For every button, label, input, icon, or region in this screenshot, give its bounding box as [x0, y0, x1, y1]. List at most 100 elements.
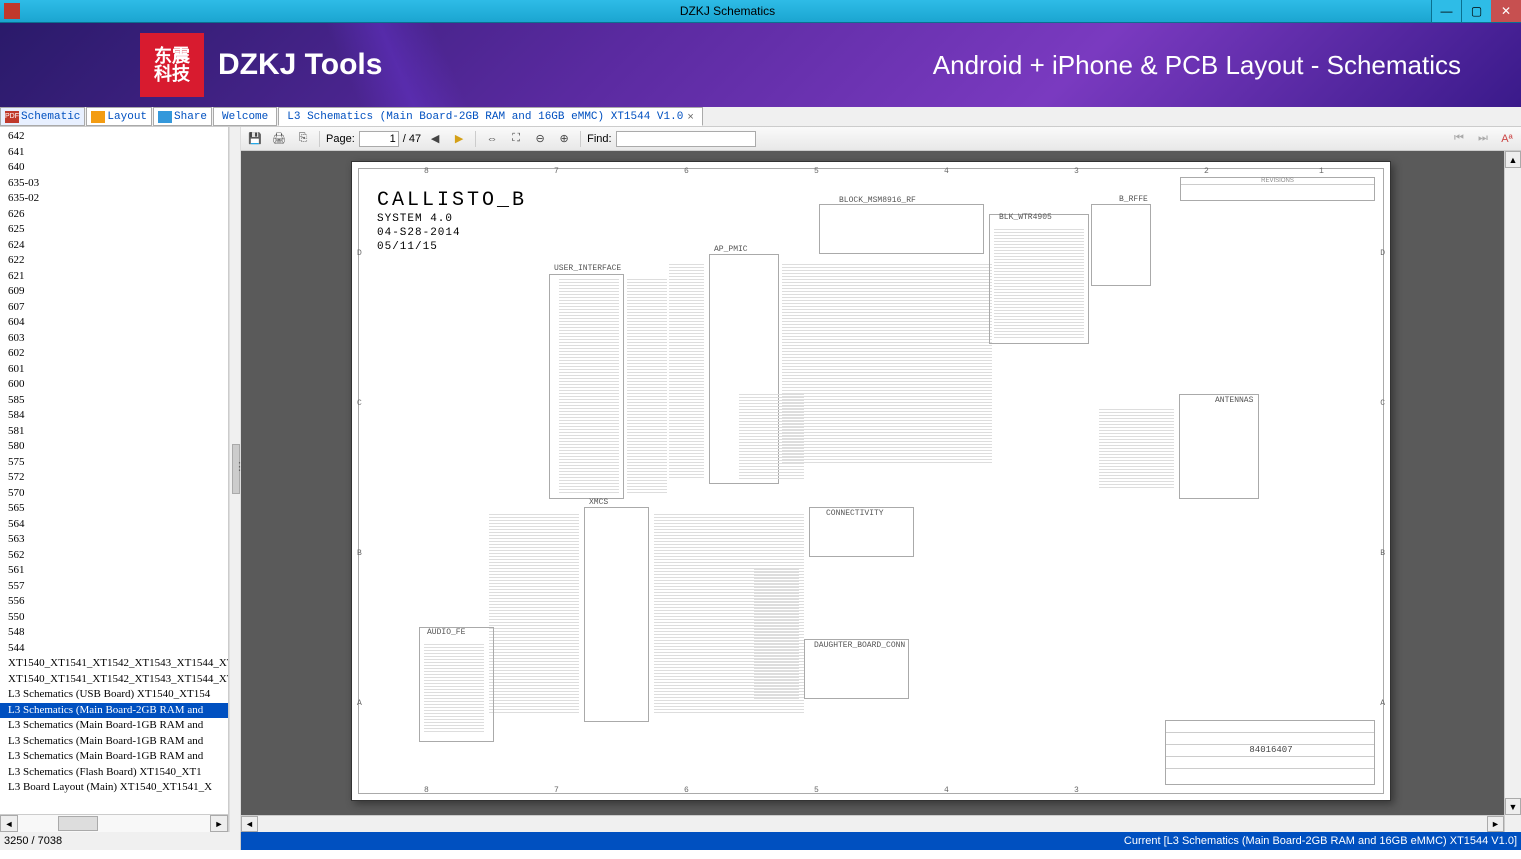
tree-item[interactable]: 572 — [0, 470, 228, 486]
tree-item[interactable]: 642 — [0, 129, 228, 145]
tree-item[interactable]: 600 — [0, 377, 228, 393]
scroll-left-button[interactable]: ◄ — [241, 816, 258, 832]
match-case-button[interactable]: Aª — [1497, 130, 1517, 148]
tree[interactable]: 642641640635-03635-026266256246226216096… — [0, 127, 228, 814]
print-button[interactable]: 🖨 — [269, 130, 289, 148]
tree-item[interactable]: 581 — [0, 424, 228, 440]
find-label: Find: — [587, 133, 611, 145]
tree-item[interactable]: 603 — [0, 331, 228, 347]
close-button[interactable]: ✕ — [1491, 0, 1521, 22]
zoom-out-button[interactable]: ⊖ — [530, 130, 550, 148]
grid-row: C — [1380, 399, 1385, 408]
tree-item[interactable]: 622 — [0, 253, 228, 269]
tree-item[interactable]: L3 Schematics (Main Board-2GB RAM and — [0, 703, 228, 719]
block-label: AP_PMIC — [714, 245, 748, 254]
logo: 东震 科技 — [140, 33, 204, 97]
tree-item[interactable]: L3 Schematics (Flash Board) XT1540_XT1 — [0, 765, 228, 781]
revisions-label: REVISIONS — [1181, 178, 1374, 185]
tree-item[interactable]: 585 — [0, 393, 228, 409]
doc-tab-schematic[interactable]: L3 Schematics (Main Board-2GB RAM and 16… — [278, 107, 703, 126]
find-prev-button[interactable]: ⏮ — [1449, 130, 1469, 148]
tree-item[interactable]: 626 — [0, 207, 228, 223]
scroll-down-button[interactable]: ▼ — [1505, 798, 1521, 815]
tree-item[interactable]: 625 — [0, 222, 228, 238]
tab-share[interactable]: Share — [153, 107, 212, 126]
tree-item[interactable]: 641 — [0, 145, 228, 161]
tree-item[interactable]: L3 Board Layout (Main) XT1540_XT1541_X — [0, 780, 228, 796]
prev-page-button[interactable]: ◀ — [425, 130, 445, 148]
scroll-right-button[interactable]: ► — [210, 815, 228, 832]
tree-item[interactable]: 604 — [0, 315, 228, 331]
tree-item[interactable]: 570 — [0, 486, 228, 502]
page-total: / 47 — [403, 133, 421, 145]
tree-item[interactable]: 544 — [0, 641, 228, 657]
tree-item[interactable]: 624 — [0, 238, 228, 254]
tree-item[interactable]: 607 — [0, 300, 228, 316]
tree-item[interactable]: 563 — [0, 532, 228, 548]
h-scrollbar[interactable]: ◄ ► — [241, 815, 1504, 832]
tree-item[interactable]: 640 — [0, 160, 228, 176]
grid-col: 7 — [554, 786, 559, 795]
tree-item[interactable]: 565 — [0, 501, 228, 517]
tree-item[interactable]: L3 Schematics (Main Board-1GB RAM and — [0, 749, 228, 765]
tree-item[interactable]: 556 — [0, 594, 228, 610]
zoom-in-button[interactable]: ⊕ — [554, 130, 574, 148]
splitter[interactable]: ▶ — [229, 127, 241, 832]
tree-item[interactable]: 564 — [0, 517, 228, 533]
find-next-button[interactable]: ⏭ — [1473, 130, 1493, 148]
block-rffe — [1091, 204, 1151, 286]
tabbar: PDF Schematic Layout Share Welcome L3 Sc… — [0, 107, 1521, 127]
tree-item[interactable]: 561 — [0, 563, 228, 579]
tree-item[interactable]: L3 Schematics (USB Board) XT1540_XT154 — [0, 687, 228, 703]
banner: 东震 科技 DZKJ Tools Android + iPhone & PCB … — [0, 23, 1521, 107]
tree-item[interactable]: L3 Schematics (Main Board-1GB RAM and — [0, 734, 228, 750]
fit-page-button[interactable]: ⛶ — [506, 130, 526, 148]
minimize-button[interactable]: — — [1431, 0, 1461, 22]
find-input[interactable] — [616, 131, 756, 147]
grid-col: 8 — [424, 167, 429, 176]
tree-item[interactable]: 601 — [0, 362, 228, 378]
grid-col: 4 — [944, 167, 949, 176]
scroll-thumb[interactable] — [58, 816, 98, 831]
maximize-button[interactable]: ▢ — [1461, 0, 1491, 22]
fit-width-button[interactable]: ⇔ — [482, 130, 502, 148]
tree-item[interactable]: XT1540_XT1541_XT1542_XT1543_XT1544_XT1 — [0, 672, 228, 688]
v-scrollbar[interactable]: ▲ ▼ — [1504, 151, 1521, 832]
tab-schematic[interactable]: PDF Schematic — [0, 107, 85, 126]
share-icon — [158, 111, 172, 123]
tree-item[interactable]: XT1540_XT1541_XT1542_XT1543_XT1544_XT1 — [0, 656, 228, 672]
scroll-track[interactable] — [18, 815, 210, 832]
status-current: Current [L3 Schematics (Main Board-2GB R… — [241, 835, 1521, 847]
scroll-right-button[interactable]: ► — [1487, 816, 1504, 832]
tree-item[interactable]: 621 — [0, 269, 228, 285]
tree-item[interactable]: 575 — [0, 455, 228, 471]
next-page-button[interactable]: ▶ — [449, 130, 469, 148]
tree-item[interactable]: 635-03 — [0, 176, 228, 192]
doc-tab-welcome[interactable]: Welcome — [213, 107, 277, 126]
tree-item[interactable]: 635-02 — [0, 191, 228, 207]
scroll-left-button[interactable]: ◄ — [0, 815, 18, 832]
tree-item[interactable]: 580 — [0, 439, 228, 455]
tree-item[interactable]: 550 — [0, 610, 228, 626]
grid-col: 2 — [1204, 167, 1209, 176]
page-input[interactable] — [359, 131, 399, 147]
tree-item[interactable]: 548 — [0, 625, 228, 641]
block-label: AUDIO_FE — [427, 628, 465, 637]
tree-item[interactable]: 609 — [0, 284, 228, 300]
splitter-handle[interactable] — [232, 444, 240, 494]
tab-layout[interactable]: Layout — [86, 107, 152, 126]
scroll-up-button[interactable]: ▲ — [1505, 151, 1521, 168]
tab-label: L3 Schematics (Main Board-2GB RAM and 16… — [287, 111, 683, 123]
h-scrollbar[interactable]: ◄ ► — [0, 814, 228, 832]
tree-item[interactable]: L3 Schematics (Main Board-1GB RAM and — [0, 718, 228, 734]
copy-button[interactable]: ⎘ — [293, 130, 313, 148]
pdf-canvas[interactable]: 8 7 6 5 4 3 2 1 8 7 6 5 4 3 D — [241, 151, 1521, 832]
save-button[interactable]: 💾 — [245, 130, 265, 148]
tree-item[interactable]: 602 — [0, 346, 228, 362]
tree-item[interactable]: 584 — [0, 408, 228, 424]
grid-row: B — [357, 549, 362, 558]
tree-item[interactable]: 557 — [0, 579, 228, 595]
titlebar: DZKJ Schematics — ▢ ✕ — [0, 0, 1521, 23]
tree-item[interactable]: 562 — [0, 548, 228, 564]
close-icon[interactable]: × — [687, 111, 693, 123]
